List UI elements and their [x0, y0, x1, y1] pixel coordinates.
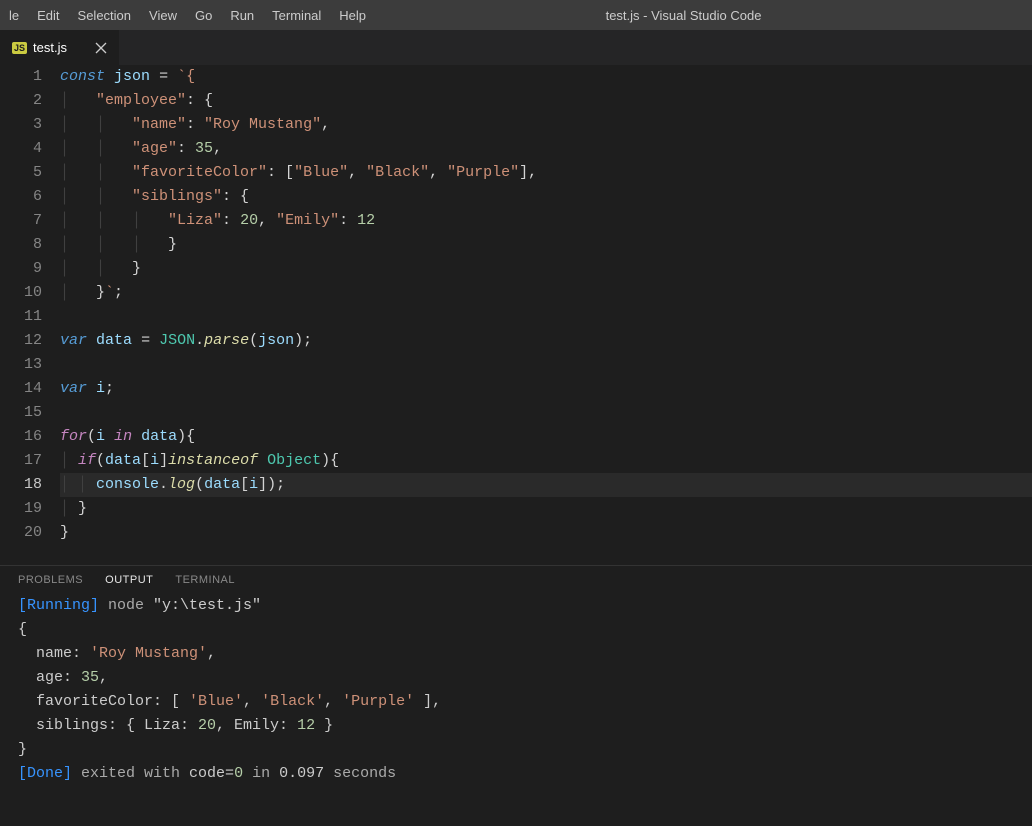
line-number: 7 — [0, 209, 42, 233]
code-line[interactable]: │ if(data[i]instanceof Object){ — [60, 449, 1032, 473]
code-line[interactable]: │ │ "age": 35, — [60, 137, 1032, 161]
code-line[interactable] — [60, 401, 1032, 425]
code-line[interactable]: var data = JSON.parse(json); — [60, 329, 1032, 353]
output-line: siblings: { Liza: 20, Emily: 12 } — [18, 714, 1014, 738]
titlebar: leEditSelectionViewGoRunTerminalHelp tes… — [0, 0, 1032, 30]
menu-item-view[interactable]: View — [140, 0, 186, 30]
output-line: name: 'Roy Mustang', — [18, 642, 1014, 666]
menu-item-edit[interactable]: Edit — [28, 0, 68, 30]
bottom-panel: PROBLEMS OUTPUT TERMINAL [Running] node "y… — [0, 565, 1032, 788]
line-number: 20 — [0, 521, 42, 545]
line-number: 3 — [0, 113, 42, 137]
line-number: 1 — [0, 65, 42, 89]
code-line[interactable]: │ │ } — [60, 257, 1032, 281]
code-area[interactable]: const json = `{│ "employee": {│ │ "name"… — [60, 65, 1032, 565]
code-line[interactable]: } — [60, 521, 1032, 545]
code-line[interactable]: │ │ │ "Liza": 20, "Emily": 12 — [60, 209, 1032, 233]
code-line[interactable] — [60, 353, 1032, 377]
code-line[interactable]: │ }`; — [60, 281, 1032, 305]
panel-tab-output[interactable]: OUTPUT — [105, 574, 153, 586]
line-number: 13 — [0, 353, 42, 377]
window-title: test.js - Visual Studio Code — [375, 8, 992, 23]
line-number: 18 — [0, 473, 42, 497]
line-number: 14 — [0, 377, 42, 401]
code-line[interactable]: const json = `{ — [60, 65, 1032, 89]
code-line[interactable]: │ │ "siblings": { — [60, 185, 1032, 209]
code-line[interactable]: │ │ │ } — [60, 233, 1032, 257]
code-line[interactable]: for(i in data){ — [60, 425, 1032, 449]
panel-tab-terminal[interactable]: TERMINAL — [175, 574, 235, 586]
line-number: 6 — [0, 185, 42, 209]
line-number: 11 — [0, 305, 42, 329]
line-number: 4 — [0, 137, 42, 161]
menu-item-run[interactable]: Run — [221, 0, 263, 30]
line-number: 5 — [0, 161, 42, 185]
menu-item-help[interactable]: Help — [330, 0, 375, 30]
close-icon[interactable] — [93, 40, 109, 56]
panel-tab-problems[interactable]: PROBLEMS — [18, 574, 83, 586]
menu-item-selection[interactable]: Selection — [69, 0, 140, 30]
menu-item-terminal[interactable]: Terminal — [263, 0, 330, 30]
output-line: favoriteColor: [ 'Blue', 'Black', 'Purpl… — [18, 690, 1014, 714]
panel-tabs: PROBLEMS OUTPUT TERMINAL — [0, 566, 1032, 592]
line-gutter: 1234567891011121314151617181920 — [0, 65, 60, 565]
code-line[interactable]: │ │ console.log(data[i]); — [60, 473, 1032, 497]
line-number: 17 — [0, 449, 42, 473]
code-line[interactable] — [60, 305, 1032, 329]
output-line: { — [18, 618, 1014, 642]
menu-item-go[interactable]: Go — [186, 0, 221, 30]
editor-tabs: JS test.js — [0, 30, 1032, 65]
output-panel[interactable]: [Running] node "y:\test.js"{ name: 'Roy … — [0, 592, 1032, 788]
code-line[interactable]: │ "employee": { — [60, 89, 1032, 113]
code-line[interactable]: │ │ "name": "Roy Mustang", — [60, 113, 1032, 137]
menu-item-le[interactable]: le — [0, 0, 28, 30]
tab-test-js[interactable]: JS test.js — [0, 30, 120, 65]
tab-label: test.js — [33, 40, 67, 55]
output-line: age: 35, — [18, 666, 1014, 690]
line-number: 10 — [0, 281, 42, 305]
line-number: 12 — [0, 329, 42, 353]
line-number: 8 — [0, 233, 42, 257]
code-line[interactable]: var i; — [60, 377, 1032, 401]
line-number: 19 — [0, 497, 42, 521]
code-line[interactable]: │ │ "favoriteColor": ["Blue", "Black", "… — [60, 161, 1032, 185]
line-number: 16 — [0, 425, 42, 449]
output-line: [Done] exited with code=0 in 0.097 secon… — [18, 762, 1014, 786]
code-line[interactable]: │ } — [60, 497, 1032, 521]
code-editor[interactable]: 1234567891011121314151617181920 const js… — [0, 65, 1032, 565]
line-number: 2 — [0, 89, 42, 113]
line-number: 15 — [0, 401, 42, 425]
line-number: 9 — [0, 257, 42, 281]
output-line: } — [18, 738, 1014, 762]
menubar: leEditSelectionViewGoRunTerminalHelp — [0, 0, 375, 30]
js-icon: JS — [12, 42, 27, 54]
output-line: [Running] node "y:\test.js" — [18, 594, 1014, 618]
